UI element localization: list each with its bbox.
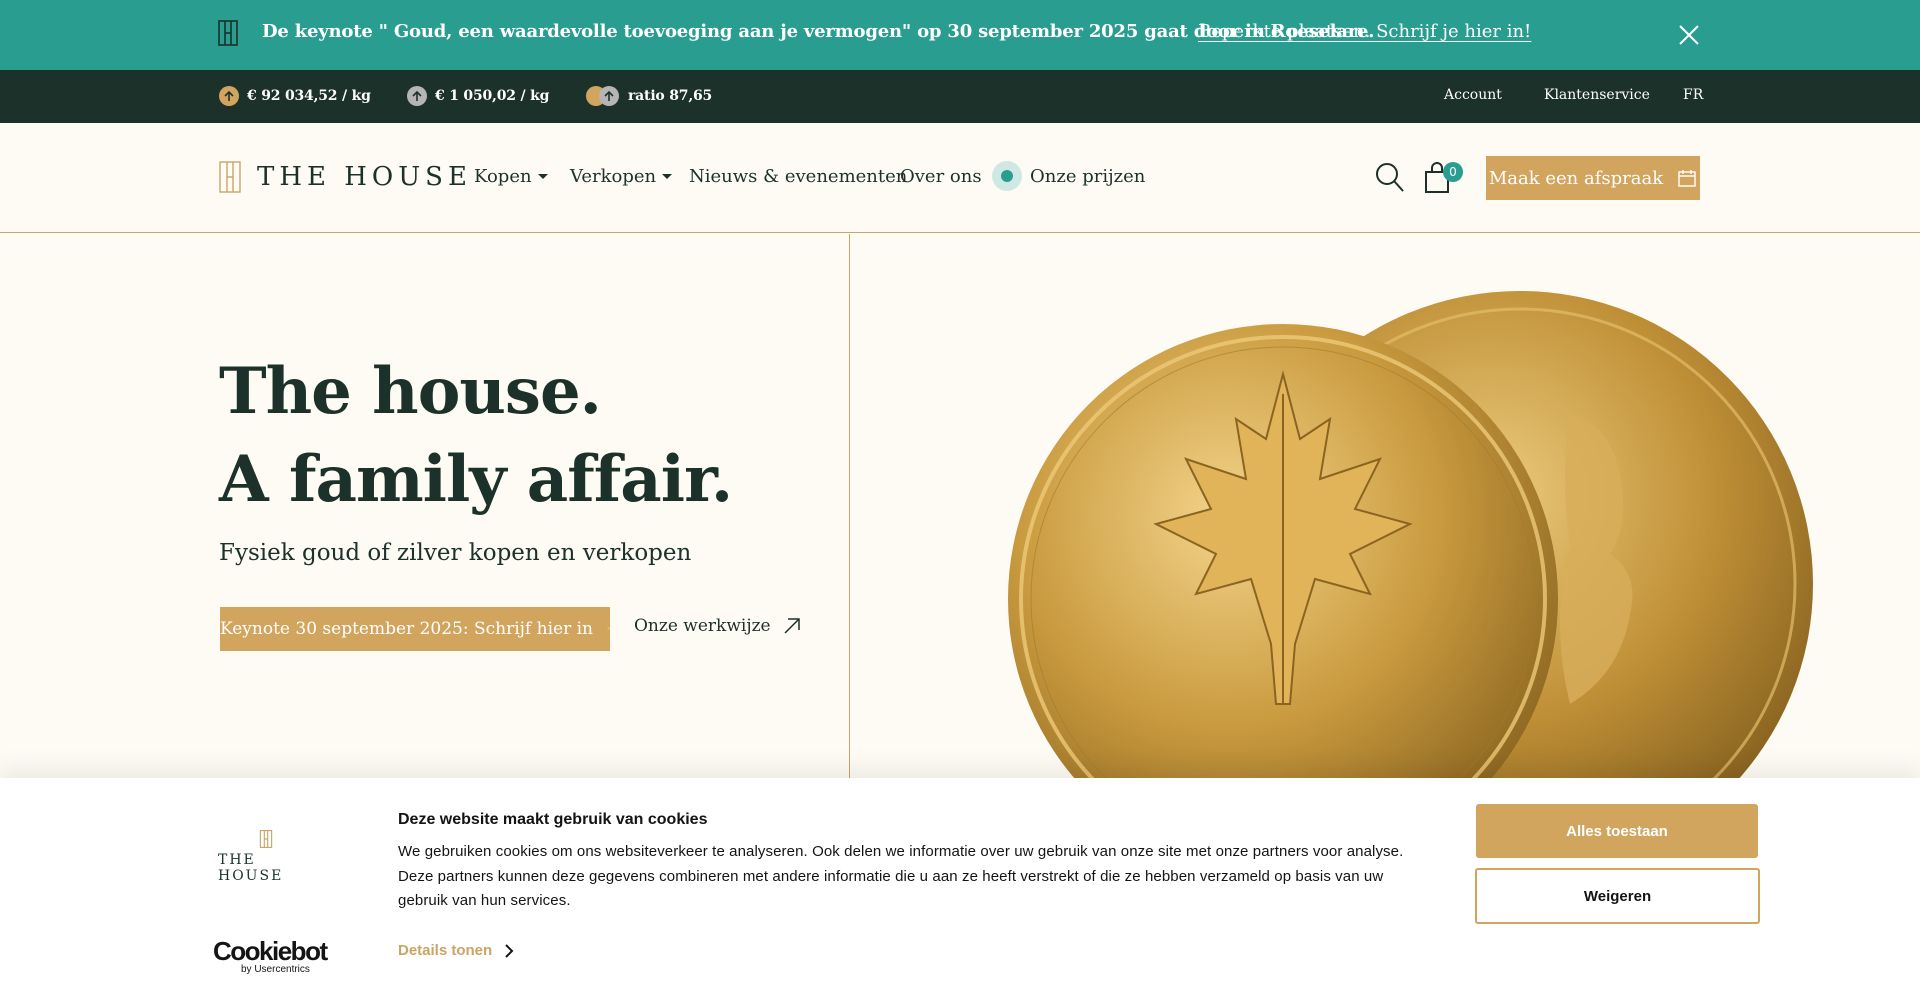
nav-nieuws-label: Nieuws & evenementen xyxy=(689,166,908,187)
werkwijze-link[interactable]: Onze werkwijze xyxy=(634,616,801,636)
nav-verkopen-label: Verkopen xyxy=(570,166,657,187)
ratio-coins-icon xyxy=(586,86,620,106)
logo-mark-icon xyxy=(218,20,238,46)
gold-up-arrow-icon xyxy=(219,86,239,106)
customer-service-link[interactable]: Klantenservice xyxy=(1544,87,1650,103)
gold-price-value: € 92 034,52 / kg xyxy=(247,88,371,104)
price-bar: € 92 034,52 / kg € 1 050,02 / kg ratio 8… xyxy=(0,70,1920,123)
cookie-title: Deze website maakt gebruik van cookies xyxy=(398,811,708,828)
silver-up-arrow-icon xyxy=(407,86,427,106)
gold-price: € 92 034,52 / kg xyxy=(219,86,371,106)
chevron-down-icon xyxy=(537,174,548,179)
chevron-down-icon xyxy=(662,174,673,179)
silver-price-value: € 1 050,02 / kg xyxy=(435,88,550,104)
calendar-icon xyxy=(1678,170,1696,187)
search-icon[interactable] xyxy=(1375,162,1405,194)
hero-title-line2: A family affair. xyxy=(219,442,733,517)
main-nav: THE HOUSE Kopen Verkopen Nieuws & evenem… xyxy=(0,123,1920,233)
arrow-up-right-icon xyxy=(784,618,800,634)
reject-cookies-button[interactable]: Weigeren xyxy=(1475,868,1760,924)
gold-silver-ratio: ratio 87,65 xyxy=(586,86,712,106)
nav-over-ons[interactable]: Over ons xyxy=(900,166,982,187)
logo-mark-icon xyxy=(219,161,241,193)
account-link[interactable]: Account xyxy=(1444,87,1502,103)
live-indicator-icon xyxy=(992,161,1022,191)
hero-title: The house. A family affair. xyxy=(219,348,733,524)
cookiebot-name: Cookiebot xyxy=(213,936,328,966)
site-logo[interactable]: THE HOUSE xyxy=(219,161,472,193)
hero-title-line1: The house. xyxy=(219,354,602,429)
announcement-bar: De keynote " Goud, een waardevolle toevo… xyxy=(0,0,1920,70)
nav-verkopen[interactable]: Verkopen xyxy=(570,166,673,187)
werkwijze-label: Onze werkwijze xyxy=(634,616,771,636)
cookie-details-link[interactable]: Details tonen xyxy=(398,942,514,959)
announcement-signup-link[interactable]: Beperkte plaatsen. Schrijf je hier in! xyxy=(1198,21,1531,42)
silver-price: € 1 050,02 / kg xyxy=(407,86,549,106)
nav-nieuws-evenementen[interactable]: Nieuws & evenementen xyxy=(689,166,907,187)
logo-mark-icon xyxy=(259,830,273,848)
cookie-details-label: Details tonen xyxy=(398,942,493,959)
nav-kopen[interactable]: Kopen xyxy=(474,166,548,187)
language-fr-link[interactable]: FR xyxy=(1683,87,1703,103)
nav-onze-prijzen[interactable]: Onze prijzen xyxy=(992,161,1145,191)
nav-onze-prijzen-label: Onze prijzen xyxy=(1030,165,1146,187)
close-icon[interactable] xyxy=(1678,24,1700,46)
hero-subtitle: Fysiek goud of zilver kopen en verkopen xyxy=(219,540,692,566)
cookie-banner: THE HOUSE Cookiebot by Usercentrics Deze… xyxy=(0,778,1920,993)
chevron-right-icon xyxy=(505,943,514,958)
make-appointment-label: Maak een afspraak xyxy=(1488,167,1664,189)
cookie-logo-text: THE HOUSE xyxy=(218,852,284,884)
make-appointment-button[interactable]: Maak een afspraak xyxy=(1486,156,1700,200)
nav-over-ons-label: Over ons xyxy=(900,166,982,187)
cart-count-badge: 0 xyxy=(1443,162,1463,182)
cookie-body: We gebruiken cookies om ons websiteverke… xyxy=(398,843,1404,909)
gold-coins-image xyxy=(850,234,1920,778)
cookiebot-by: by Usercentrics xyxy=(241,964,310,975)
accept-all-cookies-button[interactable]: Alles toestaan xyxy=(1476,804,1758,858)
keynote-signup-button[interactable]: Keynote 30 september 2025: Schrijf hier … xyxy=(220,607,610,651)
ratio-value: ratio 87,65 xyxy=(628,88,713,104)
cookie-banner-logo: THE HOUSE xyxy=(218,830,314,884)
cookiebot-logo[interactable]: Cookiebot by Usercentrics xyxy=(213,936,328,975)
nav-kopen-label: Kopen xyxy=(474,166,532,187)
logo-text: THE HOUSE xyxy=(257,162,472,192)
arrow-up-right-icon xyxy=(607,627,610,631)
keynote-signup-label: Keynote 30 september 2025: Schrijf hier … xyxy=(220,619,593,639)
